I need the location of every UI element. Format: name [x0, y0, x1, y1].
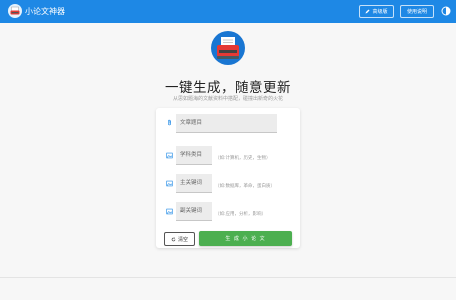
subject-field[interactable] [176, 146, 212, 165]
image-icon [166, 180, 173, 187]
advanced-version-label: 高级版 [372, 9, 388, 15]
subject-hint: （如:计算机，历史，生物） [215, 156, 271, 161]
generate-essay-button[interactable]: 生 成 小 论 文 [199, 231, 292, 246]
theme-toggle-icon[interactable] [441, 6, 451, 16]
sub-keyword-hint: （如:应用，分析，影响） [215, 212, 267, 217]
app-title: 小论文神器 [25, 7, 65, 16]
help-button[interactable]: 使用说明 [400, 5, 434, 18]
page-subtitle: 从思如题海的文献资料中搭配，碰撞出新奇的火花 [172, 96, 283, 102]
advanced-version-button[interactable]: 高级版 [359, 5, 394, 18]
generate-label: 生 成 小 论 文 [225, 236, 266, 242]
main-keyword-field[interactable] [176, 174, 212, 193]
sub-keyword-field[interactable] [176, 202, 212, 221]
typewriter-icon [8, 4, 22, 18]
typewriter-logo [211, 31, 245, 65]
image-icon [166, 152, 173, 159]
image-icon [166, 208, 173, 215]
refresh-icon [171, 236, 176, 241]
page-headline: 一键生成，随意更新 [165, 80, 291, 96]
article-title-field[interactable] [176, 114, 277, 133]
paperclip-icon [168, 119, 171, 126]
clear-label: 清空 [177, 236, 188, 243]
clear-button[interactable]: 清空 [164, 232, 195, 246]
edit-icon [365, 9, 370, 14]
help-label: 使用说明 [406, 9, 427, 15]
main-keyword-hint: （如:数据库，革命，蛋白质） [215, 184, 276, 189]
footer-divider [0, 277, 456, 278]
